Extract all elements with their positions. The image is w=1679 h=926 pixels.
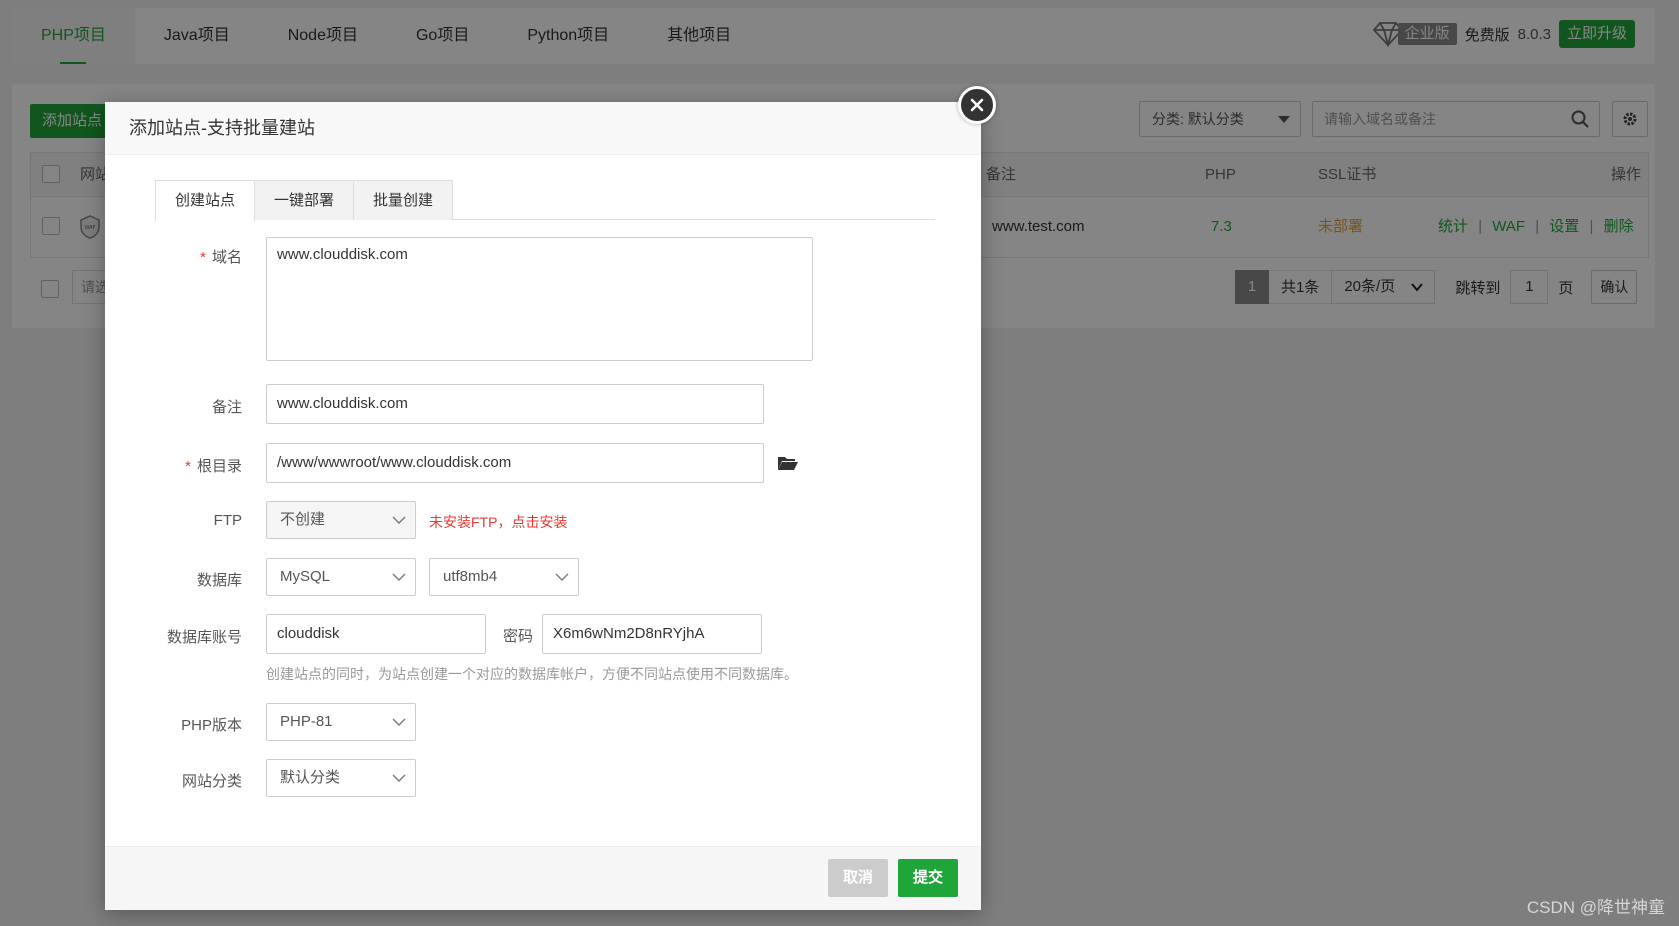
domain-textarea[interactable]: www.clouddisk.com: [266, 237, 813, 361]
database-type-select[interactable]: MySQL: [266, 558, 416, 596]
db-password-input[interactable]: X6m6wNm2D8nRYjhA: [542, 614, 762, 654]
site-category-select[interactable]: 默认分类: [266, 759, 416, 797]
dialog-close-button[interactable]: [958, 86, 996, 124]
php-version-row: PHP版本: [105, 714, 242, 735]
dialog-tabs: 创建站点 一键部署 批量创建: [155, 180, 935, 221]
php-version-select[interactable]: PHP-81: [266, 703, 416, 741]
root-dir-row: * 根目录: [105, 455, 242, 476]
tab-create-site[interactable]: 创建站点: [155, 180, 256, 221]
site-category-value: 默认分类: [280, 769, 341, 786]
root-dir-input[interactable]: /www/wwwroot/www.clouddisk.com: [266, 443, 764, 483]
chevron-down-icon: [392, 516, 406, 524]
remark-value: www.clouddisk.com: [277, 395, 408, 412]
chevron-down-icon: [392, 774, 406, 782]
db-password-value: X6m6wNm2D8nRYjhA: [553, 625, 705, 642]
database-type-value: MySQL: [280, 568, 331, 585]
ftp-value: 不创建: [280, 511, 326, 528]
site-category-row: 网站分类: [105, 770, 242, 791]
db-account-label: 数据库账号: [166, 629, 242, 646]
dialog-footer: 取消 提交: [105, 846, 981, 910]
ftp-install-link[interactable]: 未安装FTP，点击安装: [429, 512, 567, 532]
add-site-dialog: 添加站点-支持批量建站 创建站点 一键部署 批量创建 * 域名 www.cloud…: [105, 102, 981, 910]
ftp-select[interactable]: 不创建: [266, 501, 416, 539]
db-account-row: 数据库账号: [105, 626, 242, 647]
db-password-label: 密码: [503, 628, 534, 645]
database-label: 数据库: [196, 572, 242, 589]
ftp-label: FTP: [213, 512, 242, 529]
site-category-label: 网站分类: [181, 773, 242, 790]
remark-input[interactable]: www.clouddisk.com: [266, 384, 764, 424]
php-version-label: PHP版本: [181, 717, 242, 734]
ftp-row: FTP: [105, 512, 242, 529]
folder-open-icon[interactable]: [777, 455, 799, 471]
submit-button[interactable]: 提交: [898, 859, 958, 897]
root-dir-value: /www/wwwroot/www.clouddisk.com: [277, 454, 512, 471]
dialog-title: 添加站点-支持批量建站: [105, 102, 981, 155]
cancel-button[interactable]: 取消: [828, 859, 888, 897]
watermark: CSDN @降世神童: [1526, 898, 1665, 917]
php-version-value: PHP-81: [280, 713, 333, 730]
database-row: 数据库: [105, 569, 242, 590]
chevron-down-icon: [392, 718, 406, 726]
db-account-input[interactable]: clouddisk: [266, 614, 486, 654]
chevron-down-icon: [392, 573, 406, 581]
remark-label: 备注: [211, 399, 242, 416]
domain-row: * 域名: [105, 246, 242, 267]
tab-batch-create[interactable]: 批量创建: [353, 180, 454, 220]
db-account-value: clouddisk: [277, 625, 340, 642]
domain-value: www.clouddisk.com: [277, 246, 408, 263]
db-hint-text: 创建站点的同时，为站点创建一个对应的数据库帐户，方便不同站点使用不同数据库。: [266, 666, 798, 682]
database-charset-select[interactable]: utf8mb4: [429, 558, 579, 596]
domain-label: * 域名: [200, 249, 242, 266]
tab-one-click-deploy[interactable]: 一键部署: [254, 180, 355, 220]
remark-row: 备注: [105, 396, 242, 417]
chevron-down-icon: [555, 573, 569, 581]
close-icon: [970, 98, 984, 112]
database-charset-value: utf8mb4: [443, 568, 498, 585]
root-dir-label: * 根目录: [185, 458, 242, 475]
